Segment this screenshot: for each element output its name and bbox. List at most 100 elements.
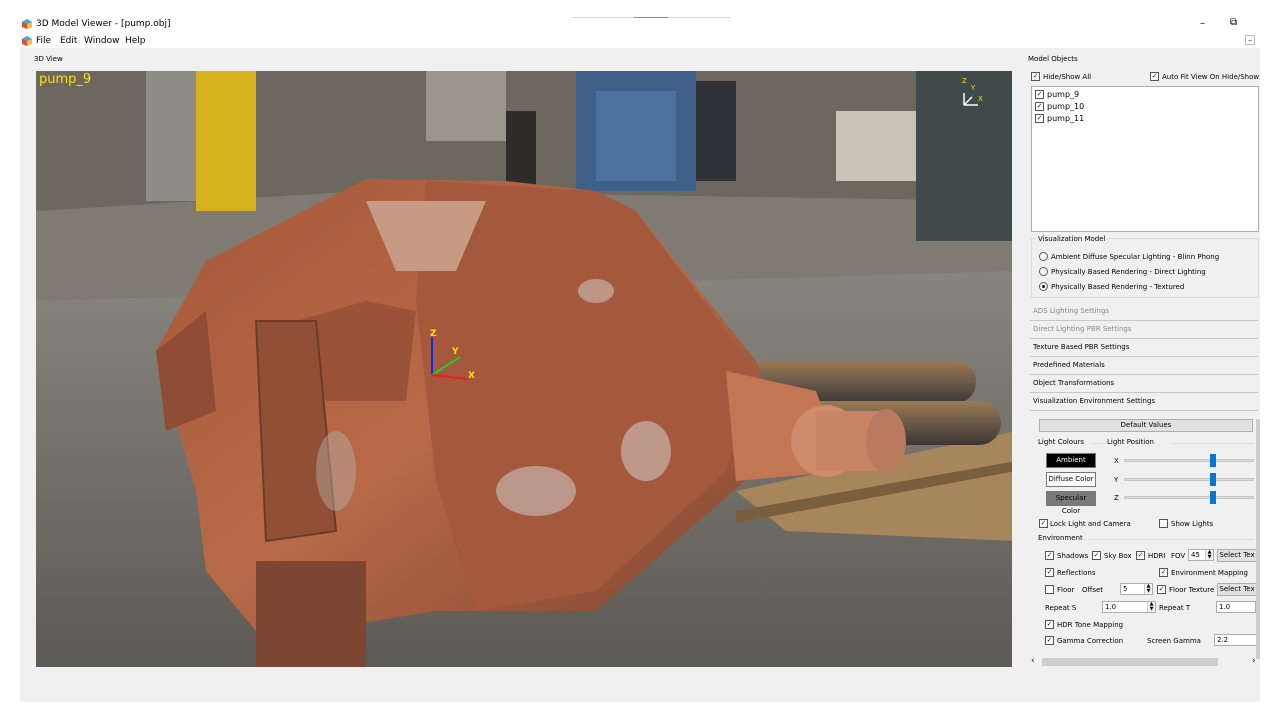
select-hdri-texture-button[interactable]: Select Tex <box>1217 549 1257 562</box>
light-z-slider[interactable] <box>1210 491 1217 504</box>
radio-pbr-textured[interactable] <box>1039 282 1048 291</box>
environment-label: Environment <box>1038 534 1083 542</box>
show-lights-checkbox[interactable] <box>1159 519 1168 528</box>
shadows-checkbox[interactable]: ✓ <box>1045 551 1054 560</box>
offset-value: 5 <box>1123 585 1128 593</box>
radio-blinn-phong[interactable] <box>1039 252 1048 261</box>
specular-color-button[interactable]: Specular Color <box>1046 491 1096 515</box>
minimize-button[interactable]: – <box>1200 18 1205 29</box>
titlebar-decoration <box>572 17 634 18</box>
hide-show-all-checkbox[interactable]: ✓ <box>1031 72 1040 81</box>
section-ads-lighting[interactable]: ADS Lighting Settings <box>1030 303 1258 321</box>
screen-gamma-label: Screen Gamma <box>1147 637 1201 645</box>
light-x-slider[interactable] <box>1210 454 1217 467</box>
menu-window[interactable]: Window <box>84 36 120 46</box>
auto-fit-checkbox[interactable]: ✓ <box>1150 72 1159 81</box>
diffuse-color-button[interactable]: Diffuse Color <box>1046 472 1096 487</box>
hdr-tone-mapping-checkbox[interactable]: ✓ <box>1045 620 1054 629</box>
env-mapping-checkbox[interactable]: ✓ <box>1159 568 1168 577</box>
light-position-label: Light Position <box>1107 438 1154 446</box>
fov-spinbox[interactable]: 45 ▲ ▼ <box>1188 549 1214 561</box>
offset-label: Offset <box>1082 586 1104 594</box>
hdri-checkbox[interactable]: ✓ <box>1136 551 1145 560</box>
panel-horizontal-scrollbar[interactable]: ‹ › <box>1028 656 1260 667</box>
menu-file[interactable]: File <box>36 36 51 46</box>
app-menu-icon[interactable] <box>22 36 32 46</box>
section-object-transformations[interactable]: Object Transformations <box>1030 375 1258 393</box>
light-x-track[interactable] <box>1124 459 1254 462</box>
reflections-label: Reflections <box>1057 569 1096 577</box>
scroll-thumb[interactable] <box>1042 658 1218 666</box>
object-list[interactable]: ✓ pump_9 ✓ pump_10 ✓ pump_11 <box>1031 86 1259 232</box>
env-mapping-label: Environment Mapping <box>1171 569 1248 577</box>
light-x-label: X <box>1114 457 1119 465</box>
default-values-button[interactable]: Default Values <box>1039 419 1253 432</box>
light-z-label: Z <box>1114 494 1119 502</box>
scroll-left-icon[interactable]: ‹ <box>1031 656 1035 666</box>
object-checkbox[interactable]: ✓ <box>1035 90 1044 99</box>
light-y-label: Y <box>1114 476 1119 484</box>
list-item[interactable]: pump_10 <box>1047 102 1084 111</box>
gizmo-y-label: Y <box>452 347 459 357</box>
section-direct-pbr[interactable]: Direct Lighting PBR Settings <box>1030 321 1258 339</box>
lock-light-checkbox[interactable]: ✓ <box>1039 519 1048 528</box>
gamma-correction-label: Gamma Correction <box>1057 637 1124 645</box>
menu-help[interactable]: Help <box>125 36 146 46</box>
window-title: 3D Model Viewer - [pump.obj] <box>36 19 171 29</box>
floor-texture-checkbox[interactable]: ✓ <box>1157 585 1166 594</box>
spin-arrows-icon[interactable]: ▲ ▼ <box>1147 602 1155 612</box>
gamma-correction-checkbox[interactable]: ✓ <box>1045 636 1054 645</box>
corner-y-label: Y <box>971 84 976 92</box>
divider <box>1092 443 1106 444</box>
menu-edit[interactable]: Edit <box>60 36 77 46</box>
spin-arrows-icon[interactable]: ▲ ▼ <box>1205 550 1213 560</box>
panel-vertical-scrollbar[interactable] <box>1256 419 1260 659</box>
mdi-restore-button[interactable]: – <box>1245 35 1255 45</box>
shadows-label: Shadows <box>1057 552 1089 560</box>
floor-texture-label: Floor Texture <box>1169 586 1215 594</box>
radio-blinn-phong-label: Ambient Diffuse Specular Lighting - Blin… <box>1051 253 1220 261</box>
skybox-checkbox[interactable]: ✓ <box>1092 551 1101 560</box>
section-texture-pbr[interactable]: Texture Based PBR Settings <box>1030 339 1258 357</box>
repeat-t-spinbox[interactable]: 1.0 <box>1216 601 1256 613</box>
divider <box>1082 539 1254 540</box>
repeat-s-label: Repeat S <box>1045 604 1077 612</box>
list-item[interactable]: pump_11 <box>1047 114 1084 123</box>
skybox-label: Sky Box <box>1104 552 1132 560</box>
section-visualization-environment[interactable]: Visualization Environment Settings <box>1030 393 1258 411</box>
select-floor-texture-button[interactable]: Select Tex <box>1217 583 1257 596</box>
maximize-button[interactable]: ⧉ <box>1230 17 1237 28</box>
list-item[interactable]: pump_9 <box>1047 90 1079 99</box>
corner-z-label: Z <box>962 77 967 85</box>
titlebar-decoration <box>668 17 730 18</box>
ambient-color-button[interactable]: Ambient Color <box>1046 453 1096 477</box>
spin-arrows-icon[interactable]: ▲ ▼ <box>1144 584 1152 594</box>
light-colours-label: Light Colours <box>1038 438 1085 446</box>
repeat-s-spinbox[interactable]: 1.0 ▲ ▼ <box>1102 601 1156 613</box>
hdri-label: HDRI <box>1148 552 1166 560</box>
light-y-slider[interactable] <box>1210 473 1217 486</box>
gizmo-z-label: Z <box>430 329 437 339</box>
3d-viewport[interactable]: pump_9 Z Y X Z Y X <box>36 71 1012 667</box>
offset-spinbox[interactable]: 5 ▲ ▼ <box>1120 583 1153 595</box>
reflections-checkbox[interactable]: ✓ <box>1045 568 1054 577</box>
scroll-right-icon[interactable]: › <box>1252 656 1256 666</box>
menu-bar: File Edit Window Help – <box>20 34 1260 48</box>
object-checkbox[interactable]: ✓ <box>1035 102 1044 111</box>
fov-value: 45 <box>1191 551 1200 559</box>
object-checkbox[interactable]: ✓ <box>1035 114 1044 123</box>
light-y-track[interactable] <box>1124 478 1254 481</box>
radio-pbr-direct[interactable] <box>1039 267 1048 276</box>
app-window: 3D Model Viewer - [pump.obj] – ⧉ File Ed… <box>20 14 1260 702</box>
title-bar: 3D Model Viewer - [pump.obj] – ⧉ <box>20 14 1260 34</box>
divider <box>1172 443 1254 444</box>
visualization-model-title: Visualization Model <box>1036 235 1108 243</box>
hdr-tone-mapping-label: HDR Tone Mapping <box>1057 621 1124 629</box>
light-z-track[interactable] <box>1124 496 1254 499</box>
floor-checkbox[interactable] <box>1045 585 1054 594</box>
model-name-overlay: pump_9 <box>39 72 92 87</box>
radio-pbr-direct-label: Physically Based Rendering - Direct Ligh… <box>1051 268 1206 276</box>
section-predefined-materials[interactable]: Predefined Materials <box>1030 357 1258 375</box>
titlebar-decoration-active <box>634 17 668 18</box>
screen-gamma-field[interactable]: 2.2 <box>1214 634 1258 646</box>
